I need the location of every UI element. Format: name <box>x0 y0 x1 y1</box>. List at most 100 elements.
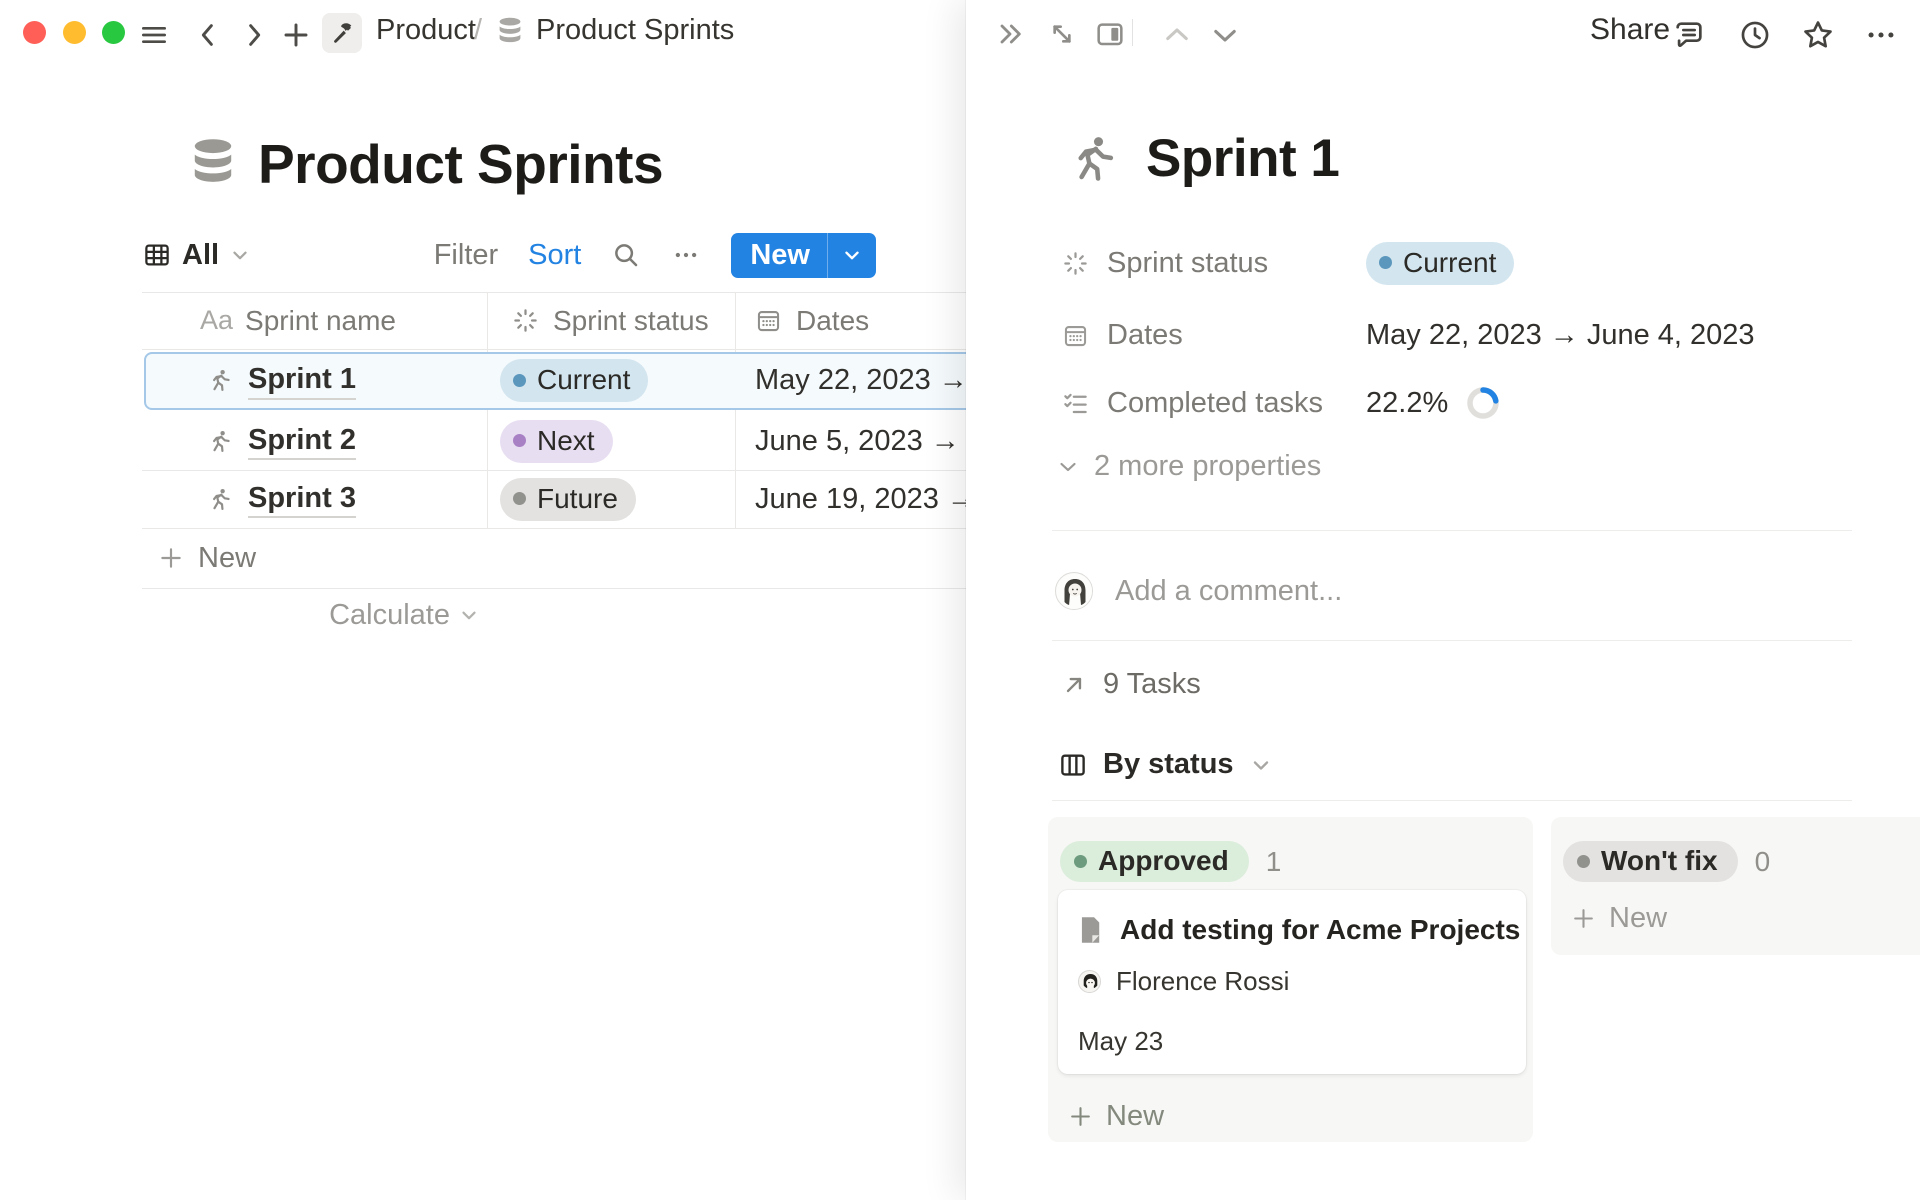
more-properties-label: 2 more properties <box>1094 450 1321 483</box>
property-row-completed-tasks[interactable]: Completed tasks 22.2% <box>1062 375 1502 431</box>
peek-page-title[interactable]: Sprint 1 <box>1146 128 1339 189</box>
board-view-tab[interactable]: By status <box>1058 748 1273 781</box>
column-status-pill[interactable]: Won't fix <box>1563 841 1738 882</box>
property-row-dates[interactable]: Dates May 22, 2023 → June 4, 2023 <box>1062 307 1755 363</box>
board-new-card-button[interactable]: New <box>1571 902 1667 935</box>
comment-placeholder: Add a comment... <box>1115 575 1342 608</box>
card-date: May 23 <box>1078 1026 1163 1057</box>
close-window-button[interactable] <box>23 21 46 44</box>
page-runner-icon[interactable] <box>1066 133 1118 185</box>
divider <box>1052 530 1852 531</box>
sprint-name-link[interactable]: Sprint 1 <box>248 361 356 399</box>
database-icon <box>496 17 524 47</box>
new-tab-icon[interactable] <box>280 19 312 51</box>
favorite-star-icon[interactable] <box>1801 18 1835 52</box>
board-view-label: By status <box>1103 748 1234 781</box>
status-pill[interactable]: Current <box>1366 242 1514 285</box>
table-new-row-label: New <box>198 542 256 575</box>
board-new-card-button[interactable]: New <box>1068 1100 1164 1133</box>
property-row-sprint-status[interactable]: Sprint status Current <box>1062 235 1514 291</box>
updates-clock-icon[interactable] <box>1738 18 1772 52</box>
assignee-avatar <box>1078 970 1101 993</box>
calendar-property-icon <box>755 307 782 334</box>
column-count: 1 <box>1266 846 1282 878</box>
forward-icon[interactable] <box>238 19 270 51</box>
zoom-window-button[interactable] <box>102 21 125 44</box>
close-peek-icon[interactable] <box>994 18 1026 50</box>
column-header-sprint-name[interactable]: Aa Sprint name <box>142 305 487 337</box>
filter-button[interactable]: Filter <box>434 239 498 272</box>
column-count: 0 <box>1755 846 1771 878</box>
new-button-dropdown[interactable] <box>828 244 876 266</box>
property-label: Sprint status <box>1107 247 1268 280</box>
side-peek-toggle-icon[interactable] <box>1094 18 1126 50</box>
property-label: Completed tasks <box>1107 387 1323 420</box>
page-more-options-icon[interactable] <box>1864 18 1898 52</box>
calculate-button[interactable]: Calculate <box>142 588 480 642</box>
search-icon[interactable] <box>611 240 641 270</box>
board-column-wont-fix: Won't fix 0 New <box>1551 817 1920 955</box>
runner-icon <box>207 487 232 512</box>
nav-divider <box>1132 19 1133 46</box>
database-toolbar: All Filter Sort New <box>142 230 876 280</box>
status-dot <box>513 374 526 387</box>
divider <box>1052 800 1852 801</box>
status-dot <box>1074 855 1087 868</box>
new-button[interactable]: New <box>731 233 876 278</box>
minimize-window-button[interactable] <box>63 21 86 44</box>
expand-page-icon[interactable] <box>1046 18 1078 50</box>
sprint-name-link[interactable]: Sprint 3 <box>248 480 356 518</box>
assignee-name: Florence Rossi <box>1116 966 1289 997</box>
completed-tasks-value[interactable]: 22.2% <box>1366 387 1448 420</box>
plus-icon <box>158 545 184 571</box>
sprint-name-link[interactable]: Sprint 2 <box>248 422 356 460</box>
comment-input[interactable]: Add a comment... <box>1055 572 1342 610</box>
divider <box>1052 640 1852 641</box>
share-button[interactable]: Share <box>1590 13 1670 47</box>
peek-panel: Share Sprint 1 Sprint status Current <box>966 0 1920 1200</box>
text-property-icon: Aa <box>200 305 233 336</box>
dates-value[interactable]: May 22, 2023 → June 4, 2023 <box>1366 319 1755 352</box>
breadcrumb-page[interactable]: Product Sprints <box>536 14 734 47</box>
new-button-label: New <box>731 239 827 272</box>
next-page-icon[interactable] <box>1208 18 1242 52</box>
dates-value[interactable]: June 5, 2023 → Ju <box>755 425 998 458</box>
status-dot <box>1577 855 1590 868</box>
board-view-icon <box>1058 750 1088 780</box>
tasks-backlink[interactable]: 9 Tasks <box>1061 668 1201 701</box>
sort-button[interactable]: Sort <box>528 239 581 272</box>
view-tab-all[interactable]: All <box>142 239 251 272</box>
runner-icon <box>207 429 232 454</box>
status-pill[interactable]: Next <box>500 420 613 463</box>
status-pill[interactable]: Future <box>500 478 636 521</box>
chevron-down-icon <box>229 244 251 266</box>
workspace-icon[interactable] <box>322 13 362 53</box>
column-header-sprint-status[interactable]: Sprint status <box>487 305 735 337</box>
status-dot <box>513 434 526 447</box>
hammer-icon <box>329 20 355 46</box>
page-title: Product Sprints <box>258 132 663 196</box>
checklist-property-icon <box>1062 390 1089 417</box>
more-properties-toggle[interactable]: 2 more properties <box>1056 450 1321 483</box>
status-property-icon <box>1062 250 1089 277</box>
more-options-icon[interactable] <box>671 240 701 270</box>
back-icon[interactable] <box>192 19 224 51</box>
chevron-down-icon <box>458 604 480 626</box>
chevron-down-icon <box>1056 455 1080 479</box>
comments-icon[interactable] <box>1672 18 1706 52</box>
sidebar-toggle-icon[interactable] <box>138 19 170 51</box>
plus-icon <box>1571 906 1596 931</box>
page-database-icon[interactable] <box>190 137 236 191</box>
card-title: Add testing for Acme Projects <box>1120 914 1520 946</box>
breadcrumb-workspace[interactable]: Product <box>376 14 476 47</box>
breadcrumb-separator: / <box>474 14 482 47</box>
previous-page-icon[interactable] <box>1160 18 1194 52</box>
board-new-card-label: New <box>1106 1100 1164 1133</box>
chevron-down-icon[interactable] <box>1249 753 1273 777</box>
dates-value[interactable]: June 19, 2023 → J <box>755 483 998 516</box>
table-new-row-button[interactable]: New <box>158 528 256 588</box>
status-pill[interactable]: Current <box>500 359 648 402</box>
column-status-pill[interactable]: Approved <box>1060 841 1249 882</box>
view-tab-label: All <box>182 239 219 272</box>
board-card[interactable]: Add testing for Acme Projects Florence R… <box>1058 890 1526 1074</box>
